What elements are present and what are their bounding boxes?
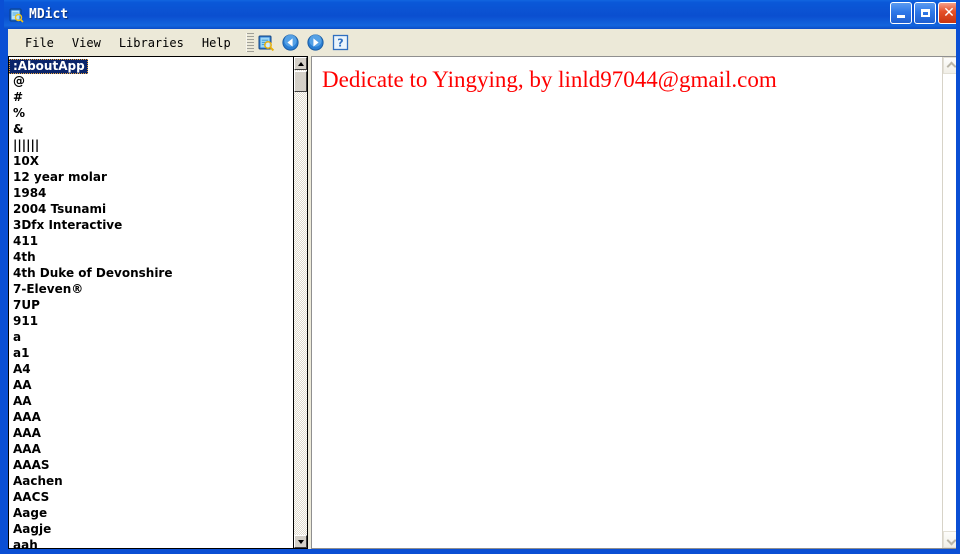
menu-item-help[interactable]: Help <box>193 34 240 52</box>
dedication-text: Dedicate to Yingying, by linld97044@gmai… <box>322 67 777 92</box>
word-list[interactable]: :AboutApp @ # % & |||||| 10X 12 year mol… <box>9 57 293 548</box>
list-item[interactable]: AA <box>9 377 293 393</box>
content-pane[interactable]: Dedicate to Yingying, by linld97044@gmai… <box>311 56 956 549</box>
list-item[interactable]: 411 <box>9 233 293 249</box>
list-item[interactable]: AACS <box>9 489 293 505</box>
content-body: Dedicate to Yingying, by linld97044@gmai… <box>312 57 941 548</box>
minimize-button[interactable] <box>890 2 912 24</box>
list-item[interactable]: AAA <box>9 425 293 441</box>
application-window: MDict ✕ File View Libraries Help ?:Abou… <box>0 0 960 554</box>
forward-button[interactable] <box>307 34 325 52</box>
title-bar[interactable]: MDict ✕ <box>4 0 956 29</box>
list-item[interactable]: @ <box>9 73 293 89</box>
list-item[interactable]: AAAS <box>9 457 293 473</box>
word-list-scrollbar[interactable] <box>293 57 307 548</box>
maximize-icon <box>920 9 930 17</box>
list-item[interactable]: Aage <box>9 505 293 521</box>
back-button[interactable] <box>282 34 300 52</box>
list-item[interactable]: 3Dfx Interactive <box>9 217 293 233</box>
content-scroll-up-button[interactable] <box>943 57 956 74</box>
list-item[interactable]: :AboutApp <box>9 59 88 74</box>
list-item[interactable]: 7UP <box>9 297 293 313</box>
word-list-pane[interactable]: :AboutApp @ # % & |||||| 10X 12 year mol… <box>8 56 308 549</box>
list-item[interactable]: 4th Duke of Devonshire <box>9 265 293 281</box>
svg-text:?: ? <box>338 37 344 50</box>
list-item[interactable]: Aachen <box>9 473 293 489</box>
list-item[interactable]: |||||| <box>9 137 293 153</box>
list-item[interactable]: 4th <box>9 249 293 265</box>
back-arrow-icon <box>282 34 299 51</box>
dictionary-book-icon <box>8 7 24 23</box>
close-button[interactable]: ✕ <box>938 2 956 24</box>
list-item[interactable]: AAA <box>9 441 293 457</box>
forward-arrow-icon <box>307 34 324 51</box>
list-item[interactable]: 1984 <box>9 185 293 201</box>
list-item[interactable]: 12 year molar <box>9 169 293 185</box>
menu-toolbar-strip: File View Libraries Help ? <box>8 29 956 56</box>
chevron-down-icon <box>948 536 955 543</box>
list-item[interactable]: & <box>9 121 293 137</box>
minimize-icon <box>897 15 905 18</box>
menu-bar: File View Libraries Help <box>8 29 240 56</box>
content-scroll-down-button[interactable] <box>943 531 956 548</box>
search-dictionary-icon <box>257 34 275 52</box>
list-item[interactable]: 7-Eleven® <box>9 281 293 297</box>
list-item-selected-row[interactable]: :AboutApp <box>9 57 293 74</box>
list-item[interactable]: 10X <box>9 153 293 169</box>
chevron-up-icon <box>948 62 955 69</box>
list-item[interactable]: a <box>9 329 293 345</box>
list-item[interactable]: 911 <box>9 313 293 329</box>
list-item[interactable]: Aagje <box>9 521 293 537</box>
close-icon: ✕ <box>943 5 955 21</box>
caption-buttons: ✕ <box>890 2 956 24</box>
window-title: MDict <box>29 7 69 22</box>
list-item[interactable]: 2004 Tsunami <box>9 201 293 217</box>
search-dictionary-button[interactable] <box>257 34 275 52</box>
content-scrollbar[interactable] <box>942 57 956 548</box>
list-item[interactable]: AA <box>9 393 293 409</box>
chevron-down-icon <box>297 539 304 544</box>
scroll-down-button[interactable] <box>294 535 307 548</box>
chevron-up-icon <box>297 61 304 66</box>
toolbar-grip[interactable] <box>245 33 254 52</box>
list-item[interactable]: AAA <box>9 409 293 425</box>
menu-item-libraries[interactable]: Libraries <box>110 34 193 52</box>
help-question-icon: ? <box>332 34 349 51</box>
scroll-up-button[interactable] <box>294 57 307 70</box>
list-item[interactable]: aah <box>9 537 293 548</box>
scrollbar-thumb[interactable] <box>294 71 307 92</box>
client-area: :AboutApp @ # % & |||||| 10X 12 year mol… <box>8 56 956 549</box>
maximize-button[interactable] <box>914 2 936 24</box>
menu-item-view[interactable]: View <box>63 34 110 52</box>
toolbar: ? <box>257 34 350 52</box>
list-item[interactable]: a1 <box>9 345 293 361</box>
list-item[interactable]: A4 <box>9 361 293 377</box>
help-button[interactable]: ? <box>332 34 350 52</box>
list-item[interactable]: % <box>9 105 293 121</box>
menu-item-file[interactable]: File <box>16 34 63 52</box>
list-item[interactable]: # <box>9 89 293 105</box>
